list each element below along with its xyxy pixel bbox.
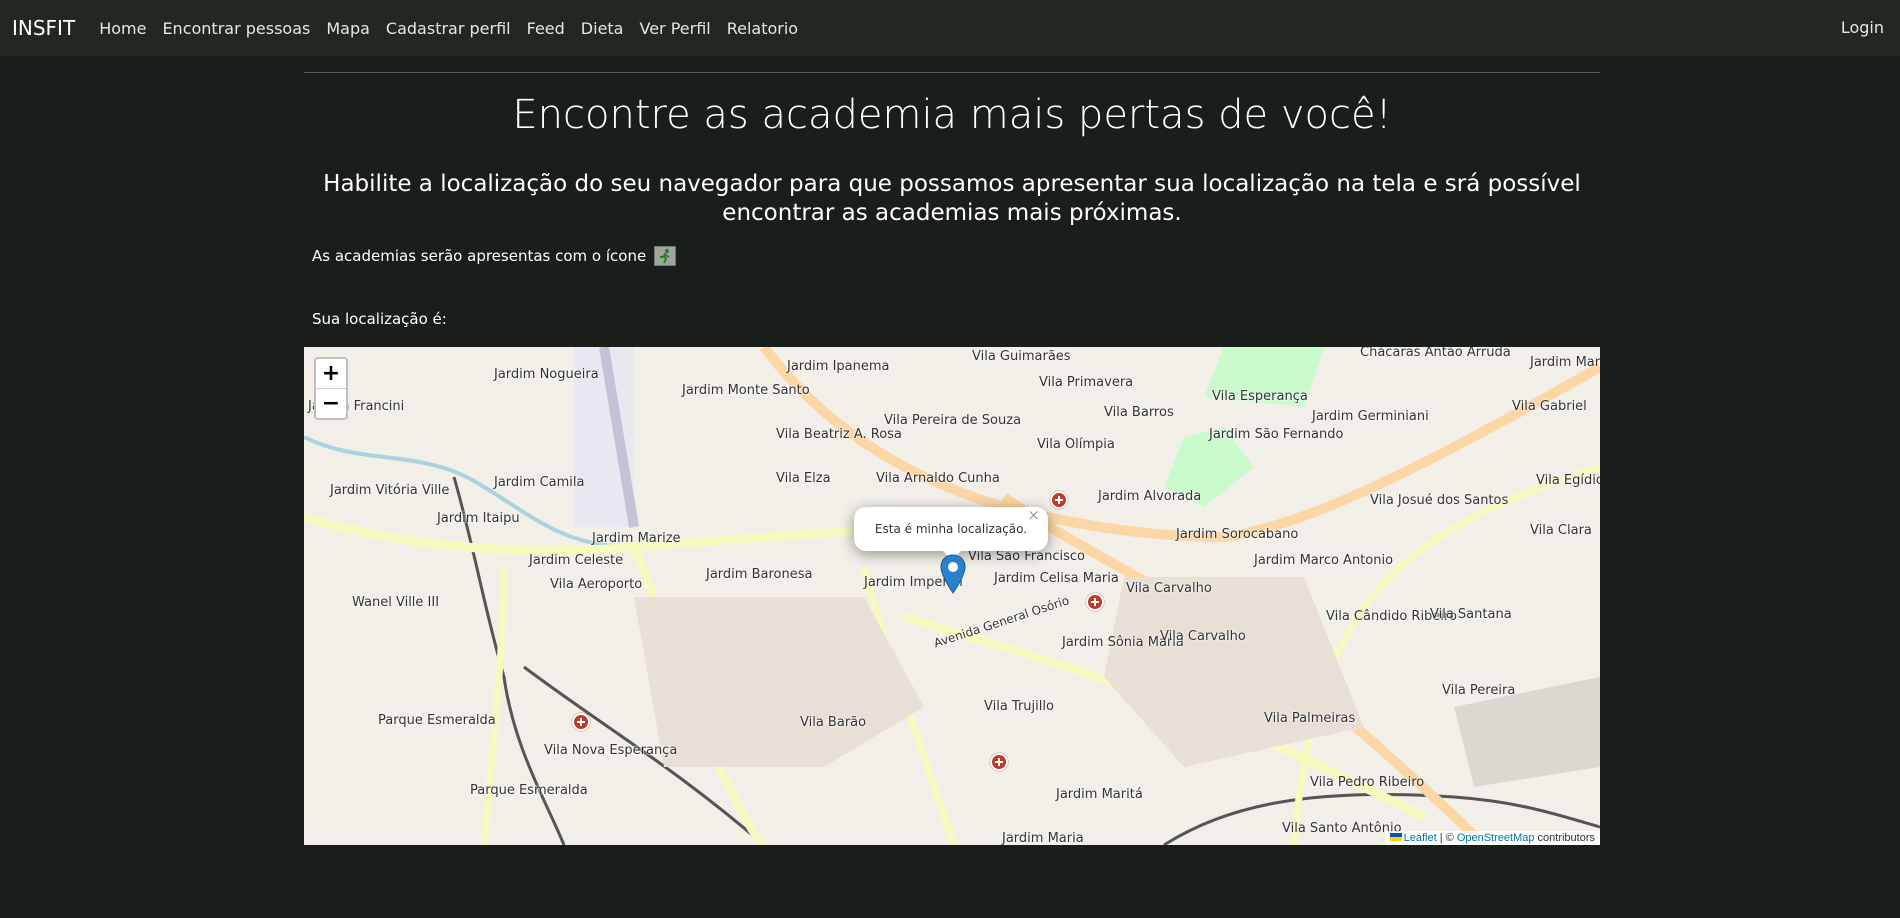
nav-item-cadastrar-perfil[interactable]: Cadastrar perfil	[386, 19, 511, 38]
zoom-out-button[interactable]: −	[316, 389, 346, 418]
map-label: Vila Egídio	[1536, 473, 1600, 488]
gym-icon-note-text: As academias serão apresentas com o ícon…	[312, 247, 647, 265]
user-location-marker-icon[interactable]	[940, 554, 966, 598]
map-label: Vila Barros	[1104, 405, 1174, 420]
map-label: Vila Arnaldo Cunha	[876, 471, 1000, 486]
map-label: Vila Pereira de Souza	[884, 413, 1022, 428]
nav-item-mapa[interactable]: Mapa	[326, 19, 370, 38]
map-label: Vila Clara	[1530, 523, 1592, 538]
map-label: Parque Esmeralda	[470, 783, 588, 798]
nav-item-dieta[interactable]: Dieta	[581, 19, 624, 38]
map-label: Vila Santo Antônio	[1282, 821, 1402, 836]
nav-item-home[interactable]: Home	[99, 19, 146, 38]
openstreetmap-link[interactable]: OpenStreetMap	[1457, 832, 1535, 844]
divider	[304, 72, 1600, 73]
page-title: Encontre as academia mais pertas de você…	[512, 92, 1392, 138]
map-label: Jardim Marco Antonio	[1254, 553, 1394, 568]
map-label: Vila Pedro Ribeiro	[1310, 775, 1425, 790]
map-label: Vila Guimarães	[972, 349, 1071, 364]
map-label: Vila Aeroporto	[550, 577, 643, 592]
map-label: Jardim Maria	[1002, 831, 1084, 845]
brand-logo[interactable]: INSFIT	[12, 16, 75, 40]
map-label: Wanel Ville III	[352, 595, 440, 610]
gym-marker[interactable]	[990, 753, 1008, 771]
map-label: Vila Carvalho	[1126, 581, 1212, 596]
page-subtitle: Habilite a localização do seu navegador …	[323, 171, 1581, 226]
map-label: Jardim Maritá	[1056, 787, 1143, 802]
map-label: Jardim Maria do Carmo	[1530, 355, 1600, 370]
nav-item-relatorio[interactable]: Relatorio	[727, 19, 798, 38]
map-label: Vila Santana	[1430, 607, 1512, 622]
attribution-tail: contributors	[1534, 832, 1595, 844]
gym-marker[interactable]	[1086, 593, 1104, 611]
map-label: Jardim Sorocabano	[1176, 527, 1299, 542]
map[interactable]: Jardim Ipanema Vila Guimarães Chácaras A…	[304, 347, 1600, 845]
navbar: INSFIT Home Encontrar pessoas Mapa Cadas…	[0, 0, 1900, 56]
map-label: Vila Primavera	[1039, 375, 1134, 390]
nav-item-ver-perfil[interactable]: Ver Perfil	[639, 19, 710, 38]
attribution-separator: | ©	[1436, 832, 1457, 844]
map-label: Vila Josué dos Santos	[1370, 493, 1509, 508]
map-label: Jardim Nogueira	[494, 367, 599, 382]
map-label: Jardim Itaipu	[437, 511, 520, 526]
map-label: Jardim Vitória Ville	[330, 483, 450, 498]
running-man-icon	[654, 246, 677, 266]
map-label: Jardim Germiniani	[1312, 409, 1429, 424]
map-label: Vila São Francisco	[968, 549, 1085, 564]
popup-text: Esta é minha localização.	[874, 522, 1028, 536]
map-label: Jardim Celeste	[529, 553, 624, 568]
zoom-control: + −	[314, 357, 348, 420]
map-label: Vila Gabriel	[1512, 399, 1587, 414]
map-label: Vila Nova Esperança	[544, 743, 678, 758]
nav-item-feed[interactable]: Feed	[527, 19, 565, 38]
map-label: Jardim Baronesa	[706, 567, 813, 582]
leaflet-link[interactable]: Leaflet	[1404, 832, 1437, 844]
map-label: Vila Beatriz A. Rosa	[776, 427, 902, 442]
ukraine-flag-icon	[1389, 833, 1402, 841]
map-label: Jardim Monte Santo	[682, 383, 810, 398]
map-attribution: Leaflet | © OpenStreetMap contributors	[1384, 831, 1600, 845]
map-label: Jardim Celisa Maria	[994, 571, 1119, 586]
gym-marker[interactable]	[572, 713, 590, 731]
map-label: Vila Pereira	[1442, 683, 1516, 698]
map-label: Vila Palmeiras	[1264, 711, 1356, 726]
map-label: Vila Trujillo	[984, 699, 1054, 714]
nav-item-encontrar-pessoas[interactable]: Encontrar pessoas	[162, 19, 310, 38]
map-label: Vila Esperança	[1212, 389, 1308, 404]
map-label: Vila Carvalho	[1160, 629, 1246, 644]
gym-icon-note: As academias serão apresentas com o ícon…	[312, 246, 677, 266]
map-label: Jardim Alvorada	[1098, 489, 1202, 504]
location-popup: Esta é minha localização. ×	[854, 506, 1048, 560]
map-label: Vila Barão	[800, 715, 867, 730]
map-label: Jardim São Fernando	[1209, 427, 1344, 442]
map-label: Parque Esmeralda	[378, 713, 496, 728]
map-label: Jardim Camila	[494, 475, 585, 490]
popup-close-button[interactable]: ×	[1027, 493, 1040, 537]
gym-marker[interactable]	[1050, 491, 1068, 509]
map-label: Chácaras Antão Arruda	[1360, 347, 1511, 360]
map-label: Vila Olímpia	[1037, 437, 1115, 452]
map-label: Jardim Ipanema	[787, 359, 890, 374]
map-label: Vila Elza	[776, 471, 831, 486]
zoom-in-button[interactable]: +	[316, 359, 346, 389]
location-label: Sua localização é:	[312, 310, 447, 328]
map-label: Jardim Marize	[592, 531, 681, 546]
login-link[interactable]: Login	[1841, 18, 1884, 37]
